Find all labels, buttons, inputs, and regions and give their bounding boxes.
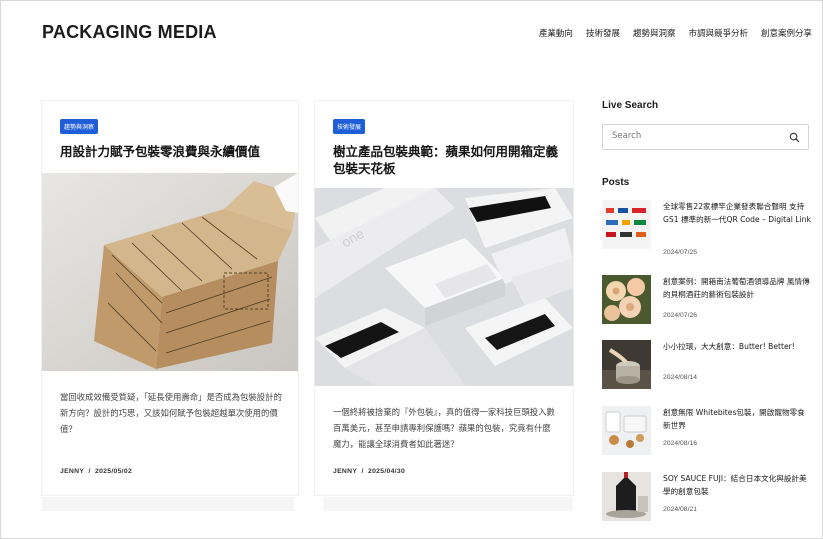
search-box[interactable]: [602, 124, 809, 150]
article-excerpt: 當回收成效備受質疑，「延長使用壽命」是否成為包裝設計的新方向？設計的巧思，又該如…: [60, 392, 282, 434]
meta-separator: /: [86, 468, 96, 475]
category-tag[interactable]: 趨勢與洞察: [60, 119, 99, 134]
post-item[interactable]: 創意無限 Whitebites包裝，開啟寵物零食新世界 2024/08/16: [602, 406, 810, 462]
post-item[interactable]: 創意案例：開箱南法葡萄酒領導品牌 風情傳的貝桐酒莊的藝術包裝設計 2024/07…: [602, 275, 810, 331]
article-image[interactable]: one: [315, 188, 573, 386]
post-item[interactable]: SOY SAUCE FUJI：結合日本文化與設計美學的創意包裝 2024/08/…: [602, 472, 810, 528]
site-header: PACKAGING MEDIA 產業動向 技術發展 趨勢與洞察 市調與競爭分析 …: [42, 22, 812, 46]
article-image[interactable]: [42, 173, 298, 371]
article-date: 2025/05/02: [95, 468, 133, 475]
article-meta: JENNY / 2025/05/02: [60, 468, 132, 475]
nav-item-technology[interactable]: 技術發展: [586, 27, 620, 39]
post-title[interactable]: 全球零售22家標竿企業發表聯合聲明 支持GS1 標準的新一代QR Code – …: [663, 200, 811, 226]
nav-item-trends[interactable]: 趨勢與洞察: [633, 27, 676, 39]
post-date: 2024/07/25: [663, 249, 698, 256]
card-footer-strip: [323, 497, 573, 511]
post-thumbnail[interactable]: [602, 472, 651, 521]
soy-sauce-thumbnail: [602, 472, 651, 521]
post-title[interactable]: 創意案例：開箱南法葡萄酒領導品牌 風情傳的貝桐酒莊的藝術包裝設計: [663, 275, 811, 301]
post-thumbnail[interactable]: [602, 200, 651, 249]
article-card: 趨勢與洞察 用設計力賦予包裝零浪費與永續價值 當回收成效備受質疑，「延長使用壽命…: [42, 101, 298, 495]
nav-item-industry[interactable]: 產業動向: [539, 27, 573, 39]
article-date: 2025/04/30: [368, 468, 406, 475]
article-author[interactable]: JENNY: [60, 468, 84, 475]
post-thumbnail[interactable]: [602, 340, 651, 389]
meta-separator: /: [359, 468, 369, 475]
post-date: 2024/08/16: [663, 440, 698, 447]
pet-snack-thumbnail: [602, 406, 651, 455]
qr-logos-thumbnail: [602, 200, 651, 249]
nav-item-market-research[interactable]: 市調與競爭分析: [688, 27, 748, 39]
post-thumbnail[interactable]: [602, 275, 651, 324]
article-card: 技術發展 樹立產品包裝典範：蘋果如何用開箱定義包裝天花板 one 一個終將被捨棄…: [315, 101, 573, 495]
post-title[interactable]: 創意無限 Whitebites包裝，開啟寵物零食新世界: [663, 406, 811, 432]
post-item[interactable]: 小小拉環，大大創意：Butter! Better! 2024/08/14: [602, 340, 810, 396]
site-logo[interactable]: PACKAGING MEDIA: [42, 22, 217, 43]
main-nav: 產業動向 技術發展 趨勢與洞察 市調與競爭分析 創意案例分享: [539, 27, 812, 39]
post-thumbnail[interactable]: [602, 406, 651, 455]
post-date: 2024/08/14: [663, 374, 698, 381]
article-title[interactable]: 用設計力賦予包裝零浪費與永續價值: [60, 143, 286, 160]
cardboard-box-image: [42, 173, 298, 371]
sidebar: Live Search Posts 全球零售22家標竿企業發表聯合聲明 支持GS…: [602, 100, 811, 521]
card-footer-strip: [42, 497, 294, 511]
post-title[interactable]: SOY SAUCE FUJI：結合日本文化與設計美學的創意包裝: [663, 472, 811, 498]
posts-heading: Posts: [602, 177, 630, 188]
post-title[interactable]: 小小拉環，大大創意：Butter! Better!: [663, 340, 811, 353]
roses-thumbnail: [602, 275, 651, 324]
apple-boxes-image: one: [315, 188, 573, 386]
nav-item-creative-cases[interactable]: 創意案例分享: [761, 27, 812, 39]
post-date: 2024/07/26: [663, 312, 698, 319]
post-date: 2024/08/21: [663, 506, 698, 513]
live-search-heading: Live Search: [602, 100, 659, 111]
butter-can-thumbnail: [602, 340, 651, 389]
article-meta: JENNY / 2025/04/30: [333, 468, 405, 475]
search-input[interactable]: [612, 131, 782, 141]
article-title[interactable]: 樹立產品包裝典範：蘋果如何用開箱定義包裝天花板: [333, 143, 559, 177]
post-item[interactable]: 全球零售22家標竿企業發表聯合聲明 支持GS1 標準的新一代QR Code – …: [602, 200, 811, 256]
category-tag[interactable]: 技術發展: [333, 119, 366, 134]
article-author[interactable]: JENNY: [333, 468, 357, 475]
search-icon[interactable]: [789, 132, 800, 143]
article-excerpt: 一個終將被捨棄的『外包裝』，真的值得一家科技巨頭投入數百萬美元，甚至申請專利保護…: [333, 407, 555, 449]
